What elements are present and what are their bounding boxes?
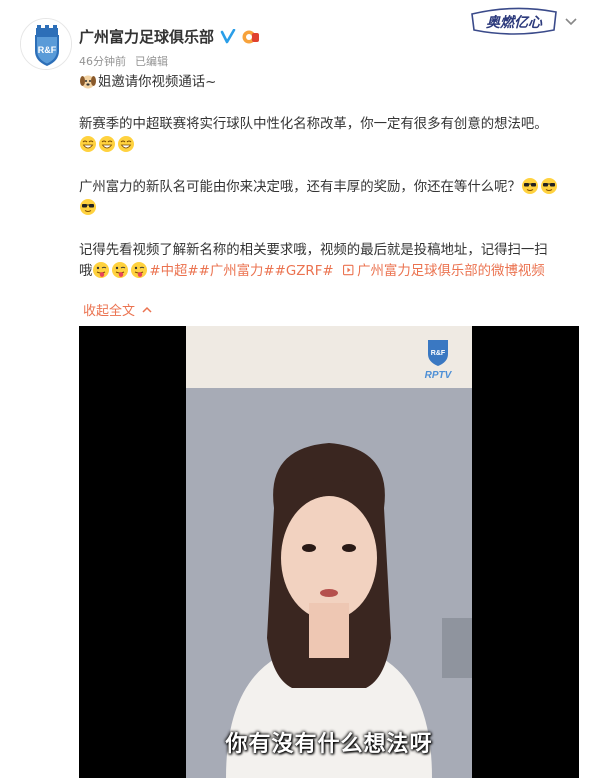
grin-emoji-icon: [99, 136, 115, 152]
tongue-emoji-icon: [131, 262, 148, 278]
post-line-5: 哦 #中超##广州富力##GZRF# 广州富力足球俱乐部的微博视频: [79, 261, 579, 283]
collapse-button[interactable]: 收起全文: [83, 300, 153, 319]
collapse-label[interactable]: 收起全文: [83, 300, 135, 319]
post-line-4: 记得先看视频了解新名称的相关要求哦，视频的最后就是投稿地址，记得扫一扫: [79, 242, 548, 258]
video-scene: [186, 388, 472, 778]
svg-text:R&F: R&F: [38, 45, 57, 55]
sunglasses-emoji-icon: [540, 177, 557, 194]
post-time[interactable]: 46分钟前: [79, 53, 126, 69]
collapse-arrow-icon: [142, 306, 152, 313]
video-link-icon: [343, 264, 354, 276]
emoji-row-1: [79, 135, 579, 157]
account-name-row: 广州富力足球俱乐部: [79, 26, 260, 47]
dog-emoji-icon: [80, 75, 96, 89]
chevron-down-icon[interactable]: [564, 14, 578, 28]
tongue-emoji-icon: [93, 262, 110, 278]
emoji-row-2: [79, 198, 579, 220]
avatar[interactable]: R&F: [20, 18, 72, 70]
rptv-logo-text: RPTV: [425, 370, 453, 381]
svg-text:R&F: R&F: [431, 350, 446, 357]
post-meta: 46分钟前 已编辑: [79, 53, 168, 69]
brand-badge: 奥燃亿心: [471, 7, 557, 35]
grin-emoji-icon: [118, 136, 134, 152]
sunglasses-emoji-icon: [80, 199, 96, 215]
hashtag-link[interactable]: #GZRF#: [275, 264, 334, 279]
rptv-logo: R&F RPTV: [425, 340, 453, 381]
brand-badge-text: 奥燃亿心: [486, 14, 543, 31]
post-line-1: 姐邀请你视频通话~: [79, 72, 579, 94]
post-body: 姐邀请你视频通话~ 新赛季的中超联赛将实行球队中性化名称改革，你一定有很多有创意…: [79, 72, 579, 283]
post-line-3: 广州富力的新队名可能由你来决定哦，还有丰厚的奖励，你还在等什么呢？: [79, 177, 579, 199]
video-link[interactable]: 广州富力足球俱乐部的微博视频: [357, 264, 544, 279]
post-line-3-text: 广州富力的新队名可能由你来决定哦，还有丰厚的奖励，你还在等什么呢？: [79, 179, 521, 195]
post-line-1-text: 姐邀请你视频通话~: [98, 75, 217, 90]
verified-icon: [220, 28, 236, 43]
presenter-image: [186, 388, 472, 778]
video-frame[interactable]: R&F RPTV 你有沒有什么想法呀: [186, 326, 472, 778]
video-subtitle: 你有沒有什么想法呀: [225, 732, 433, 757]
tongue-emoji-icon: [112, 262, 129, 278]
post-line-2: 新赛季的中超联赛将实行球队中性化名称改革，你一定有很多有创意的想法吧。: [79, 116, 548, 132]
account-name[interactable]: 广州富力足球俱乐部: [79, 26, 214, 47]
grin-emoji-icon: [80, 136, 96, 152]
sunglasses-emoji-icon: [521, 177, 538, 194]
post-header: R&F 广州富力足球俱乐部 46分钟前 已编辑 奥燃亿心: [0, 0, 598, 70]
video-player[interactable]: R&F RPTV 你有沒有什么想法呀: [79, 326, 579, 778]
post-line-5-text: 哦: [79, 264, 93, 279]
edited-label[interactable]: 已编辑: [135, 53, 168, 69]
member-icon[interactable]: [242, 29, 260, 45]
club-crest-icon: R&F: [21, 19, 71, 69]
hashtag-link[interactable]: #广州富力#: [199, 264, 275, 279]
hashtag-link[interactable]: #中超#: [149, 264, 198, 279]
